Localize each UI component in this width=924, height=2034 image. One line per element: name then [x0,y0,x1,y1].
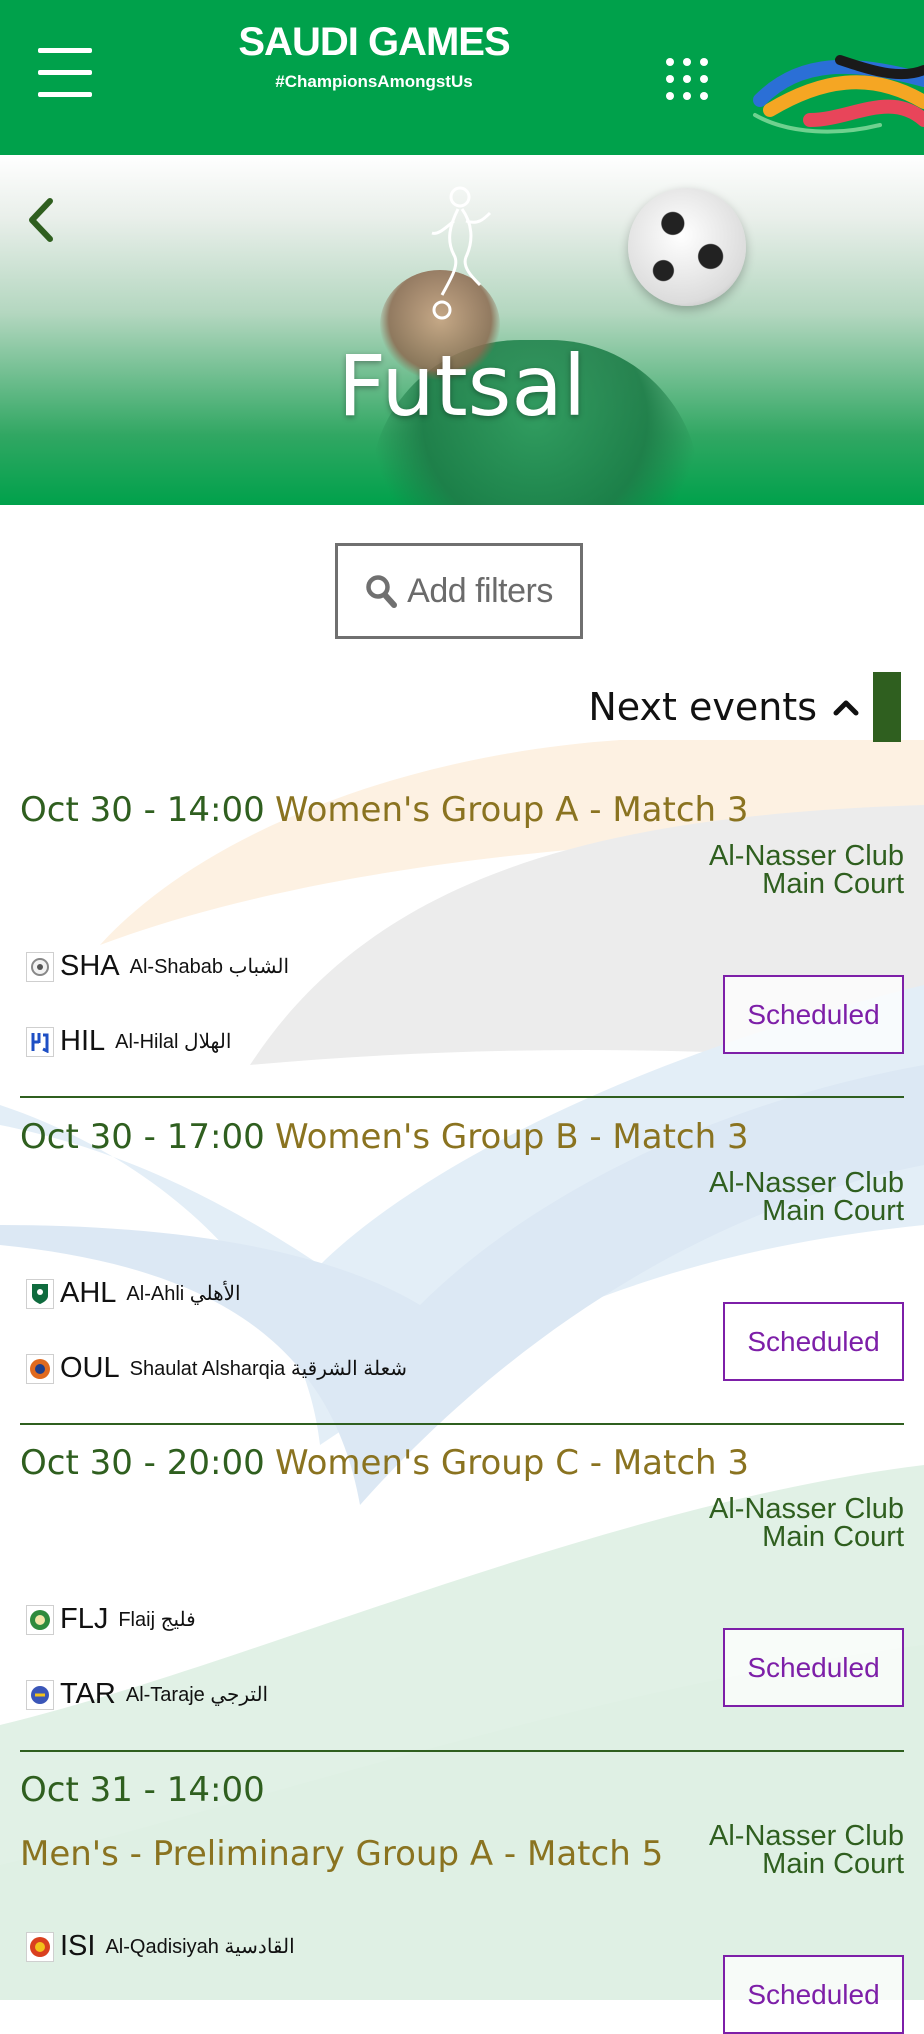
event-datetime: Oct 30 - 17:00 [20,1117,265,1157]
chevron-up-icon [833,700,859,716]
event-card[interactable]: Oct 30 - 17:00 Women's Group B - Match 3… [20,1117,904,1422]
status-scheduled-button[interactable]: Scheduled [723,1302,904,1381]
status-scheduled-button[interactable]: Scheduled [723,1628,904,1707]
event-datetime: Oct 30 - 14:00 [20,790,265,830]
event-divider [20,1423,904,1425]
venue-court: Main Court [762,1848,904,1880]
venue-name: Al-Nasser Club [709,1167,904,1199]
team-code: ISI [60,1930,96,1962]
al-qadisiyah-crest-icon [26,1931,54,1962]
event-venue: Al-Nasser Club Main Court [709,840,904,900]
games-ribbon-logo-icon [753,55,924,134]
al-shabab-crest-icon [26,951,54,982]
team-code: TAR [60,1678,116,1710]
al-hilal-crest-icon [26,1026,54,1057]
add-filters-button[interactable]: Add filters [335,543,583,639]
saudi-games-logo[interactable]: SAUDI GAMES #ChampionsAmongstUs [228,22,520,92]
al-taraje-crest-icon [26,1679,54,1710]
team-name: Flaij فليج [118,1609,196,1631]
al-ahli-crest-icon [26,1278,54,1309]
add-filters-label: Add filters [407,571,553,610]
venue-name: Al-Nasser Club [709,1820,904,1852]
team-code: FLJ [60,1603,109,1635]
venue-court: Main Court [762,1521,904,1553]
status-scheduled-button[interactable]: Scheduled [723,1955,904,2034]
team-row[interactable]: SHA Al-Shabab الشباب [26,950,289,983]
team-name: Shaulat Alsharqia شعلة الشرقية [129,1358,408,1380]
team-code: AHL [60,1277,117,1309]
team-code: SHA [60,950,120,982]
search-icon [366,575,398,608]
team-row[interactable]: ISI Al-Qadisiyah القادسية [26,1930,295,1963]
team-name: Al-Hilal الهلال [115,1031,232,1053]
team-row[interactable]: FLJ Flaij فليج [26,1603,196,1636]
next-events-accent-bar [873,672,901,742]
chevron-left-icon[interactable] [22,195,62,245]
event-card[interactable]: Oct 31 - 14:00 Men's - Preliminary Group… [20,1770,904,2034]
team-name: Al-Ahli الأهلي [126,1283,241,1305]
team-name: Al-Taraje الترجي [125,1684,269,1706]
event-title[interactable]: Women's Group C - Match 3 [275,1443,749,1483]
football-image [628,188,746,306]
event-venue: Al-Nasser Club Main Court [709,1493,904,1553]
sport-hero-banner: Futsal [0,155,924,505]
event-title[interactable]: Women's Group B - Match 3 [275,1117,749,1157]
event-card[interactable]: Oct 30 - 14:00 Women's Group A - Match 3… [20,790,904,1095]
hamburger-menu-icon[interactable] [38,48,92,98]
next-events-label: Next events [588,685,817,729]
event-venue: Al-Nasser Club Main Court [709,1820,904,1880]
flaij-crest-icon [26,1604,54,1635]
brand-hashtag: #ChampionsAmongstUs [275,72,473,91]
dots-grid-icon[interactable] [666,58,708,108]
team-code: OUL [60,1352,120,1384]
event-title[interactable]: Women's Group A - Match 3 [275,790,749,830]
team-name: Al-Qadisiyah القادسية [105,1936,295,1958]
status-scheduled-button[interactable]: Scheduled [723,975,904,1054]
brand-name: SAUDI GAMES [238,20,510,64]
next-events-toggle[interactable]: Next events [588,672,901,742]
event-datetime: Oct 31 - 14:00 [20,1770,265,1810]
team-row[interactable]: HIL Al-Hilal الهلال [26,1025,231,1058]
futsal-player-icon [431,186,492,320]
team-row[interactable]: AHL Al-Ahli الأهلي [26,1277,241,1310]
team-row[interactable]: OUL Shaulat Alsharqia شعلة الشرقية [26,1352,407,1385]
team-row[interactable]: TAR Al-Taraje الترجي [26,1678,268,1711]
event-card[interactable]: Oct 30 - 20:00 Women's Group C - Match 3… [20,1443,904,1748]
venue-name: Al-Nasser Club [709,1493,904,1525]
event-divider [20,1750,904,1752]
event-venue: Al-Nasser Club Main Court [709,1167,904,1227]
event-title[interactable]: Men's - Preliminary Group A - Match 5 [20,1834,663,1874]
sport-title: Futsal [337,337,587,435]
top-header: SAUDI GAMES #ChampionsAmongstUs [0,0,924,155]
event-datetime: Oct 30 - 20:00 [20,1443,265,1483]
venue-name: Al-Nasser Club [709,840,904,872]
shaulat-alsharqia-crest-icon [26,1353,54,1384]
venue-court: Main Court [762,1195,904,1227]
venue-court: Main Court [762,868,904,900]
event-divider [20,1096,904,1098]
team-name: Al-Shabab الشباب [129,956,290,978]
team-code: HIL [60,1025,106,1057]
